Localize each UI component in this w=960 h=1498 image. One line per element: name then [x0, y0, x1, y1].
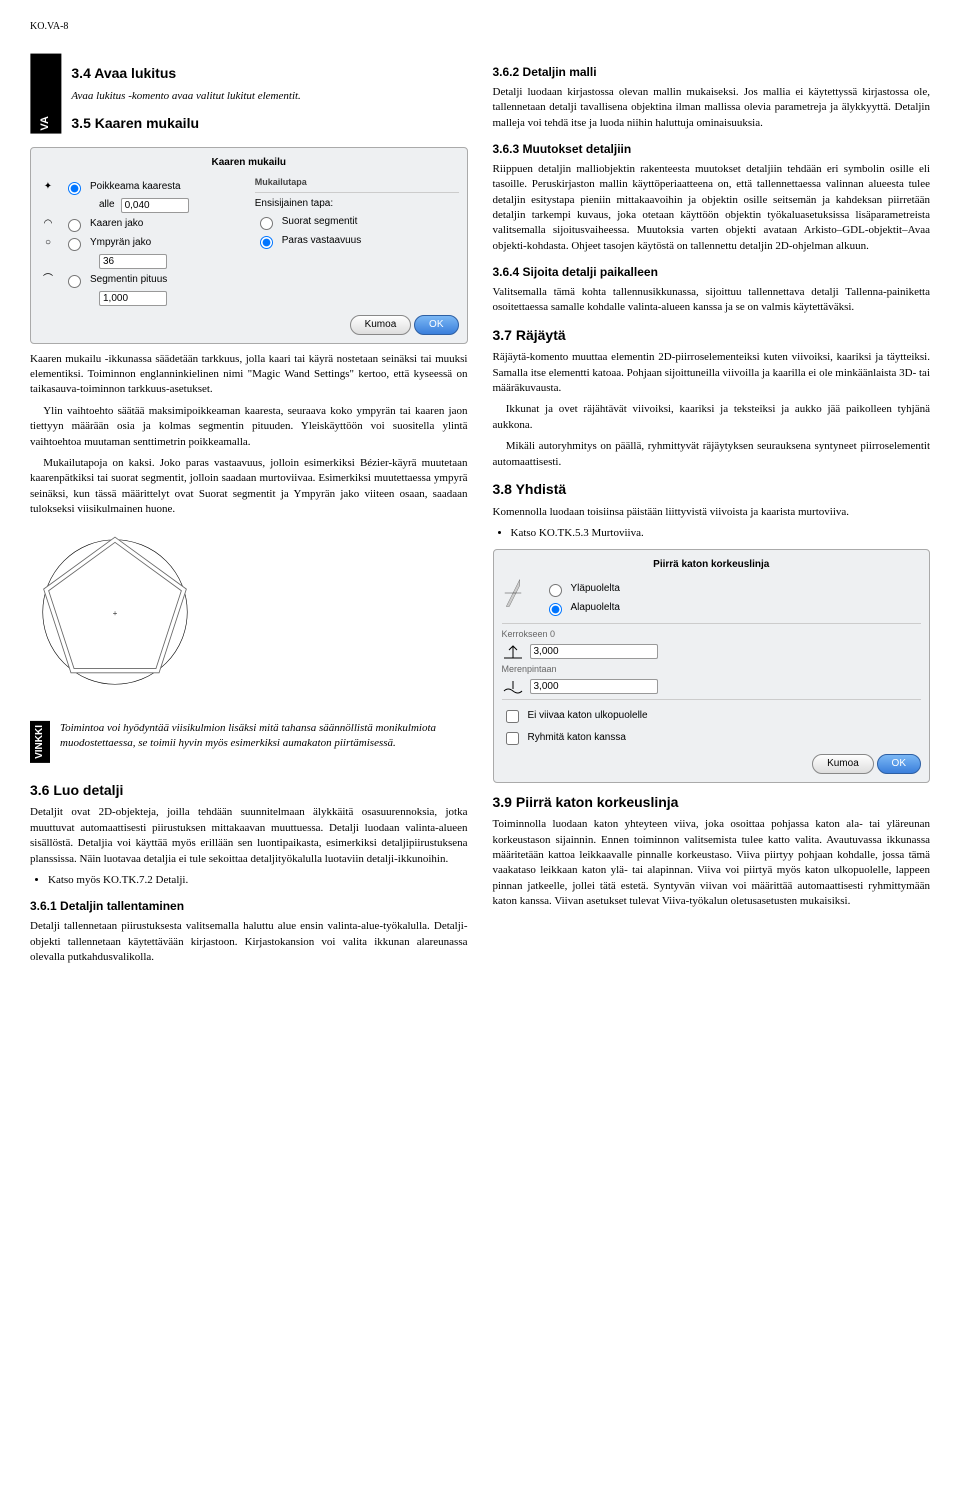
heading-3-6-4: 3.6.4 Sijoita detalji paikalleen — [493, 264, 931, 281]
label-segmentin: Segmentin pituus — [90, 273, 167, 287]
pentagon-circle-diagram: + — [30, 527, 468, 702]
input-kerrokseen[interactable] — [530, 644, 658, 659]
roof-section-icon — [502, 578, 524, 608]
radio-suorat[interactable] — [260, 217, 273, 230]
label-paras: Paras vastaavuus — [282, 234, 362, 248]
level-icon — [502, 644, 524, 660]
label-merenpintaan: Merenpintaan — [502, 663, 922, 676]
page-header: KO.VA-8 — [30, 20, 930, 34]
checkbox-ryhmita[interactable] — [506, 732, 519, 745]
para-3-9: Toiminnolla luodaan katon yhteyteen viiv… — [493, 817, 931, 909]
label-poikkeama: Poikkeama kaaresta — [90, 180, 181, 194]
radio-alapuolelta[interactable] — [549, 603, 562, 616]
radio-kaaren-jako[interactable] — [68, 219, 81, 232]
heading-3-6-1: 3.6.1 Detaljin tallentaminen — [30, 898, 468, 915]
input-merenpintaan[interactable] — [530, 679, 658, 694]
ref-3-6: Katso myös KO.TK.7.2 Detalji. — [48, 873, 468, 888]
dialog-katon-korkeuslinja: Piirrä katon korkeuslinja Yläpuolelta — [493, 549, 931, 782]
para-3-6-4: Valitsemalla tämä kohta tallennusikkunas… — [493, 285, 931, 316]
circle-icon: ○ — [39, 236, 57, 250]
para-3-6-2: Detalji luodaan kirjastossa olevan malli… — [493, 85, 931, 131]
para-3-8: Komennolla luodaan toisiinsa päistään li… — [493, 505, 931, 520]
dialog-title: Kaaren mukailu — [39, 156, 459, 170]
input-jako[interactable] — [99, 254, 167, 269]
para-3-5a: Kaaren mukailu -ikkunassa säädetään tark… — [30, 352, 468, 398]
heading-3-7: 3.7 Räjäytä — [493, 326, 931, 346]
input-segmentin[interactable] — [99, 291, 167, 306]
para-3-6-3: Riippuen detaljin malliobjektin rakentee… — [493, 162, 931, 254]
button-ok[interactable]: OK — [414, 315, 458, 335]
label-kaaren-jako: Kaaren jako — [90, 217, 143, 231]
arc-icon: ◠ — [39, 217, 57, 231]
heading-3-6-2: 3.6.2 Detaljin malli — [493, 64, 931, 81]
radio-segmentin-pituus[interactable] — [68, 275, 81, 288]
para-3-7c: Mikäli autoryhmitys on päällä, ryhmittyv… — [493, 439, 931, 470]
label-ryhmita: Ryhmitä katon kanssa — [528, 731, 626, 745]
para-3-7b: Ikkunat ja ovet räjähtävät viivoiksi, ka… — [493, 402, 931, 433]
dialog2-title: Piirrä katon korkeuslinja — [502, 558, 922, 572]
button-kumoa[interactable]: Kumoa — [350, 315, 412, 335]
input-alle[interactable] — [121, 198, 189, 213]
label-ympyran-jako: Ympyrän jako — [90, 236, 151, 250]
heading-3-4: 3.4 Avaa lukitus — [71, 64, 467, 84]
label-mukailutapa: Mukailutapa — [255, 176, 459, 189]
para-3-5b: Ylin vaihtoehto säätää maksimipoikkeaman… — [30, 404, 468, 450]
para-3-5c: Mukailutapoja on kaksi. Joko paras vasta… — [30, 456, 468, 518]
dialog-kaaren-mukailu: Kaaren mukailu ✦ Poikkeama kaaresta alle… — [30, 147, 468, 344]
side-tab-va: VA — [30, 54, 61, 134]
vinkki-text: Toimintoa voi hyödyntää viisikulmion lis… — [60, 721, 468, 763]
para-3-4: Avaa lukitus -komento avaa valitut lukit… — [71, 89, 467, 104]
para-3-6-1: Detalji tallennetaan piirustuksesta vali… — [30, 919, 468, 965]
radio-poikkeama[interactable] — [68, 182, 81, 195]
heading-3-8: 3.8 Yhdistä — [493, 480, 931, 500]
wand-icon: ✦ — [39, 180, 57, 194]
label-ensisijainen: Ensisijainen tapa: — [255, 197, 459, 211]
label-suorat: Suorat segmentit — [282, 215, 358, 229]
label-ei-viivaa: Ei viivaa katon ulkopuolelle — [528, 709, 648, 723]
heading-3-6-3: 3.6.3 Muutokset detaljiin — [493, 141, 931, 158]
button-kumoa-2[interactable]: Kumoa — [812, 754, 874, 774]
label-ylapuolelta: Yläpuolelta — [571, 582, 620, 596]
para-3-6: Detaljit ovat 2D-objekteja, joilla tehdä… — [30, 805, 468, 867]
label-kerrokseen: Kerrokseen 0 — [502, 628, 922, 641]
svg-text:+: + — [113, 609, 118, 619]
radio-ympyran-jako[interactable] — [68, 238, 81, 251]
radio-paras[interactable] — [260, 236, 273, 249]
heading-3-6: 3.6 Luo detalji — [30, 781, 468, 801]
sea-level-icon — [502, 679, 524, 695]
ref-3-8: Katso KO.TK.5.3 Murtoviiva. — [511, 526, 931, 541]
heading-3-5: 3.5 Kaaren mukailu — [71, 114, 467, 134]
heading-3-9: 3.9 Piirrä katon korkeuslinja — [493, 793, 931, 813]
radio-ylapuolelta[interactable] — [549, 584, 562, 597]
para-3-7a: Räjäytä-komento muuttaa elementin 2D-pii… — [493, 350, 931, 396]
segment-icon: ⌒ — [39, 273, 57, 287]
label-alle: alle — [99, 198, 115, 212]
button-ok-2[interactable]: OK — [877, 754, 921, 774]
checkbox-ei-viivaa[interactable] — [506, 710, 519, 723]
label-alapuolelta: Alapuolelta — [571, 601, 620, 615]
vinkki-tab: VINKKI — [30, 721, 50, 763]
